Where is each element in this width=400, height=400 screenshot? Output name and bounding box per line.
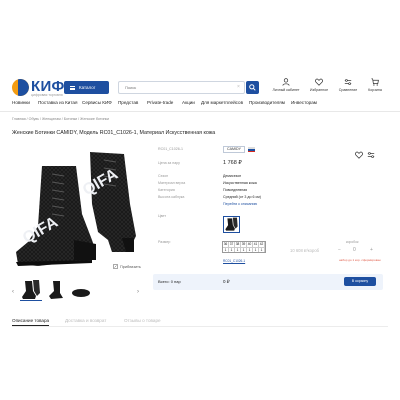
favorites-label: Избранное bbox=[309, 88, 329, 92]
nav-item[interactable]: Для маркетплейсов bbox=[201, 100, 243, 105]
cart-icon bbox=[371, 78, 379, 86]
gallery-prev-arrow[interactable]: ‹ bbox=[12, 289, 14, 295]
tabs-divider bbox=[12, 326, 388, 327]
plus-button[interactable]: + bbox=[370, 247, 373, 253]
compare-button[interactable] bbox=[367, 146, 375, 164]
spec-value: Повседневная bbox=[223, 188, 248, 192]
thumbnail[interactable] bbox=[45, 279, 67, 301]
size-count-cell: 1 bbox=[259, 247, 265, 252]
size-variant-link[interactable]: RC01_C1026-1 bbox=[223, 259, 245, 263]
color-swatch[interactable] bbox=[223, 216, 240, 233]
spec-label: Сезон bbox=[158, 174, 169, 178]
compare-icon bbox=[367, 152, 375, 158]
country-flag-icon bbox=[248, 147, 255, 153]
menu-icon bbox=[70, 85, 75, 90]
compare-icon bbox=[344, 79, 352, 85]
header-favorites[interactable]: Избранное bbox=[304, 78, 334, 92]
minus-button[interactable]: − bbox=[338, 247, 341, 253]
zoom-icon bbox=[113, 264, 118, 269]
sizes-label: Размер bbox=[158, 240, 171, 244]
total-value: 0 ₽ bbox=[223, 279, 230, 284]
header-cart[interactable]: Корзина bbox=[360, 78, 390, 92]
breadcrumb[interactable]: Главная / Обувь / Женщинам / Ботинки / Ж… bbox=[12, 117, 109, 121]
nav-item[interactable]: Производителям bbox=[249, 100, 285, 105]
catalog-button[interactable]: Каталог bbox=[64, 81, 109, 94]
header-compare[interactable]: Сравнение bbox=[333, 78, 363, 92]
search-icon bbox=[249, 84, 256, 91]
thumbnail[interactable] bbox=[20, 279, 42, 301]
tab-description[interactable]: Описание товара bbox=[12, 318, 50, 326]
boot-image bbox=[16, 152, 136, 266]
heart-icon bbox=[315, 78, 323, 86]
spec-value: Средний (от 3 до 6 см) bbox=[223, 195, 261, 199]
nav-item[interactable]: Акции bbox=[182, 100, 195, 105]
tab-delivery[interactable]: Доставка и возврат bbox=[65, 318, 106, 323]
tab-reviews[interactable]: Отзывы о товаре bbox=[124, 318, 161, 323]
compare-label: Сравнение bbox=[338, 88, 358, 92]
nav-item[interactable]: Представ bbox=[118, 100, 138, 105]
add-to-cart-button[interactable]: В корзину bbox=[344, 277, 376, 286]
account-label: Личный кабинет bbox=[272, 88, 300, 92]
quantity-hint: набор до 1 кор. сформирован bbox=[339, 258, 381, 262]
spec-label: Категория bbox=[158, 188, 175, 192]
color-label: Цвет bbox=[158, 214, 167, 218]
thumbnail[interactable] bbox=[70, 279, 92, 301]
spec-value: Демисезон bbox=[223, 174, 242, 178]
total-label: Всего: 0 пар bbox=[158, 279, 181, 284]
search-button[interactable] bbox=[246, 81, 259, 94]
search-input[interactable] bbox=[118, 81, 245, 94]
product-main-image[interactable]: QIFA QIFA bbox=[12, 144, 142, 276]
header-account[interactable]: Личный кабинет bbox=[271, 78, 301, 92]
favorite-button[interactable] bbox=[355, 146, 363, 164]
nav-item[interactable]: Инвесторам bbox=[291, 100, 317, 105]
nav-item[interactable]: Поставка из Китая bbox=[38, 100, 77, 105]
price-label: Цена за пару bbox=[158, 161, 180, 165]
catalog-button-label: Каталог bbox=[79, 85, 96, 90]
box-price: 10 608 ₽/короб bbox=[290, 248, 320, 253]
spec-label: Высота каблука bbox=[158, 195, 185, 199]
gallery-next-arrow[interactable]: › bbox=[137, 289, 139, 295]
cart-label: Корзина bbox=[368, 88, 382, 92]
clear-icon[interactable]: × bbox=[237, 84, 240, 90]
quantity-value[interactable]: 0 bbox=[353, 247, 356, 253]
zoom-label: Приблизить bbox=[120, 264, 141, 269]
nav-item[interactable]: Новинки bbox=[12, 100, 30, 105]
price-value: 1 768 ₽ bbox=[223, 160, 242, 166]
user-icon bbox=[282, 78, 290, 86]
nav-item[interactable]: Сервисы КИФ bbox=[82, 100, 112, 105]
logo-mark[interactable] bbox=[12, 79, 29, 96]
zoom-button[interactable]: Приблизить bbox=[113, 264, 141, 269]
quantity-label: коробок bbox=[346, 240, 359, 244]
spec-value: Искусственная кожа bbox=[223, 181, 257, 185]
description-link[interactable]: Перейти к описанию bbox=[223, 202, 257, 206]
brand-tag[interactable]: CAMIDY bbox=[223, 146, 245, 153]
heart-icon bbox=[355, 151, 363, 159]
page-title: Женские Ботинки CAMIDY, Модель RC01_C102… bbox=[12, 130, 216, 136]
spec-label: Материал верха bbox=[158, 181, 186, 185]
size-grid: 36 37 38 39 40 41 42 1 1 1 1 1 1 1 bbox=[222, 241, 266, 253]
logo-tagline: цифровая торговля bbox=[31, 93, 63, 97]
nav-item[interactable]: Private-trade bbox=[147, 100, 173, 105]
header-divider bbox=[0, 111, 400, 112]
product-sku: RC01_C1026-1 bbox=[158, 147, 183, 151]
